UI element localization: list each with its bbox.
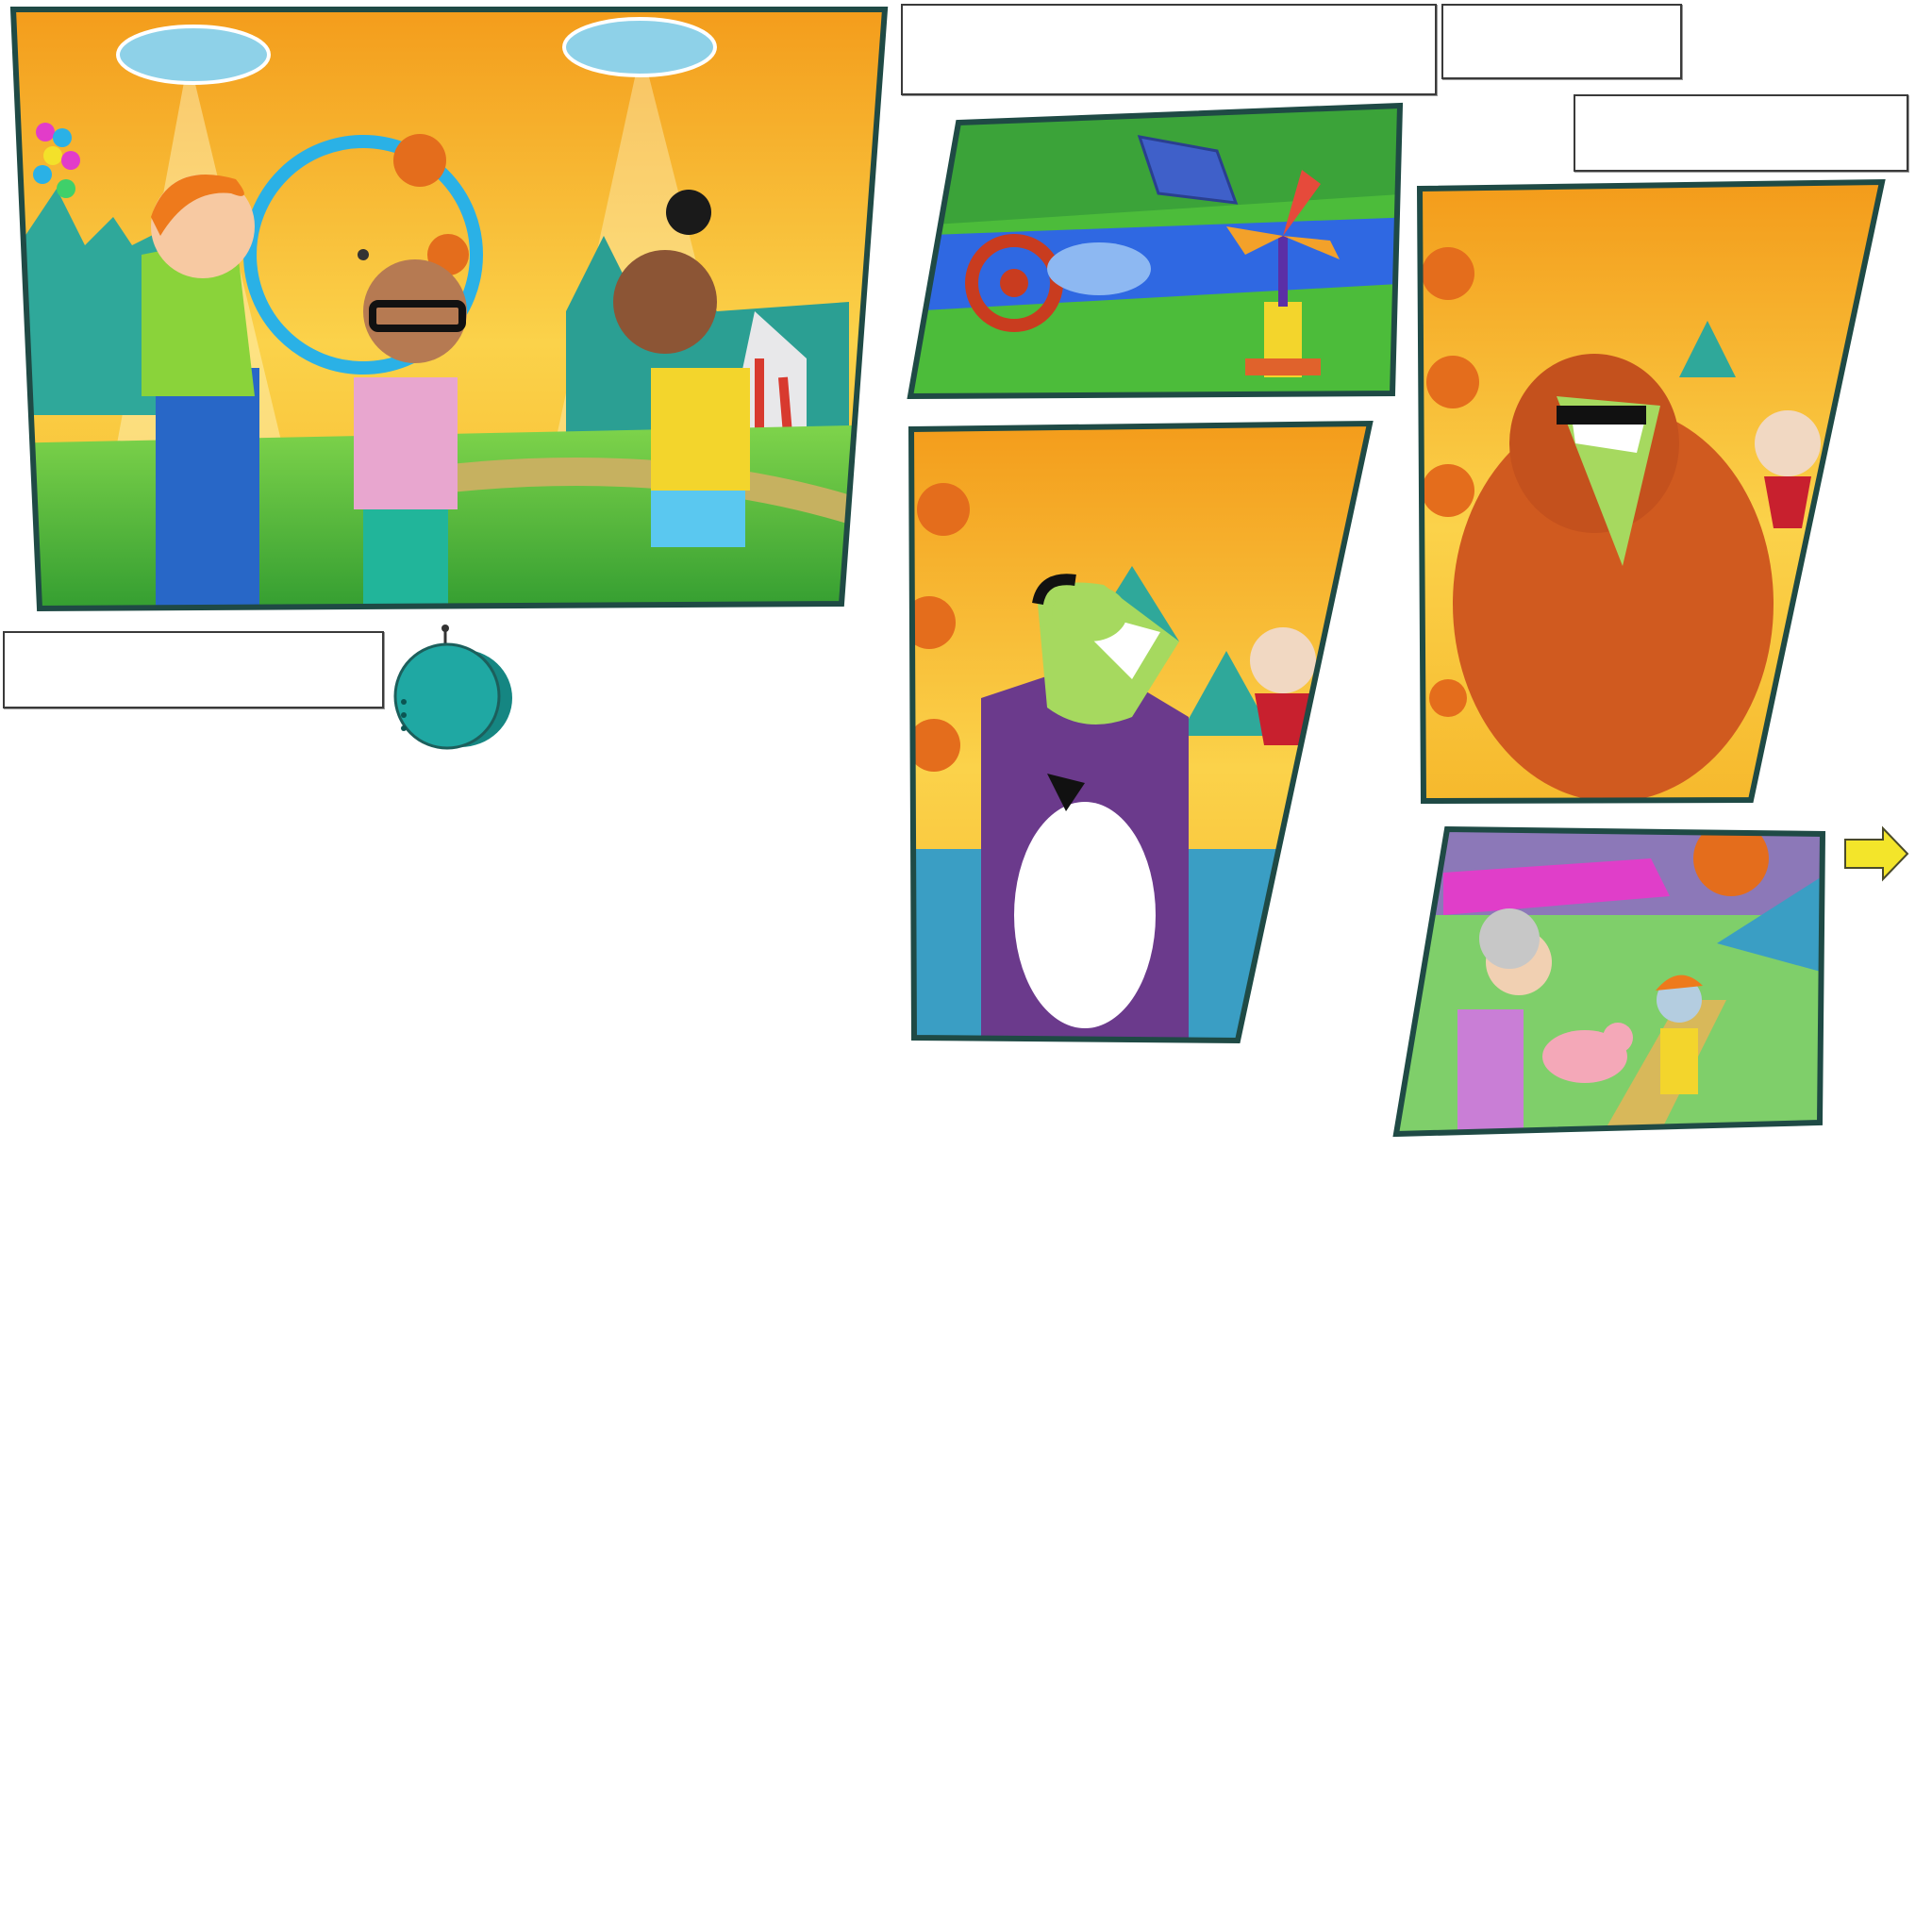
panel-1-caption-box: [3, 631, 384, 708]
panel-4-villain-costume: [1416, 178, 1886, 805]
panel-5-townsfolk: [1392, 825, 1826, 1138]
top-right-caption-box: [1441, 4, 1682, 79]
robot-ball-icon: [393, 625, 512, 750]
panel-1-carnival-kids: [9, 7, 889, 612]
comic-page: [9, 7, 1909, 1138]
arrow-right-icon[interactable]: [1844, 825, 1909, 882]
panel-3-villain-cape: [908, 420, 1374, 1044]
top-center-caption-box: [901, 4, 1437, 95]
right-caption-box: [1574, 94, 1908, 172]
panel-2-renewable-energy: [907, 102, 1404, 400]
kid-orange-hair: [142, 175, 259, 608]
